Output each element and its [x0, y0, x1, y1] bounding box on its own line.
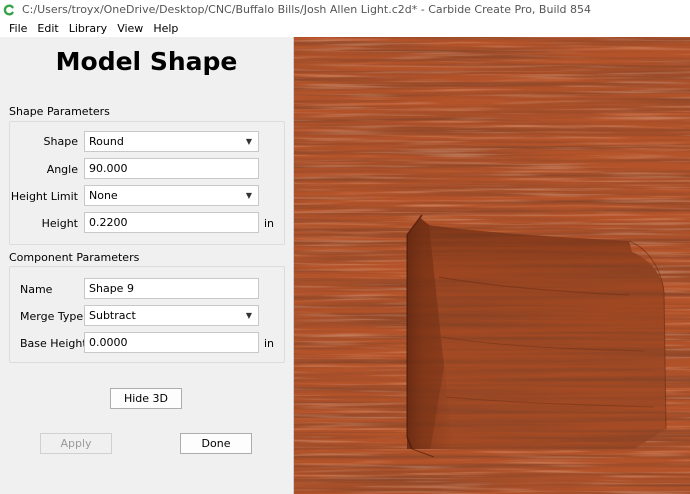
- component-parameters-heading: Component Parameters: [9, 251, 140, 264]
- 3d-preview-viewport[interactable]: [293, 37, 690, 494]
- height-label: Height: [41, 217, 78, 230]
- apply-button[interactable]: Apply: [40, 433, 112, 454]
- angle-input[interactable]: 90.000: [84, 158, 259, 179]
- carbide-create-icon: [3, 4, 15, 16]
- height-unit: in: [264, 217, 275, 230]
- menu-view[interactable]: View: [117, 22, 143, 35]
- chevron-down-icon: ▼: [245, 137, 252, 146]
- menu-library[interactable]: Library: [69, 22, 107, 35]
- merge-type-select[interactable]: Subtract ▼: [84, 305, 259, 326]
- panel-title: Model Shape: [55, 47, 238, 76]
- base-height-label: Base Height: [20, 337, 87, 350]
- done-button[interactable]: Done: [180, 433, 252, 454]
- height-input[interactable]: 0.2200: [84, 212, 259, 233]
- menu-file[interactable]: File: [9, 22, 27, 35]
- merge-type-label: Merge Type: [20, 310, 84, 323]
- chevron-down-icon: ▼: [245, 191, 252, 200]
- shape-select[interactable]: Round ▼: [84, 131, 259, 152]
- window-title: C:/Users/troyx/OneDrive/Desktop/CNC/Buff…: [22, 3, 592, 16]
- hide-3d-button[interactable]: Hide 3D: [110, 388, 182, 409]
- wood-render: [294, 37, 690, 494]
- merge-type-select-value: Subtract: [89, 309, 136, 322]
- chevron-down-icon: ▼: [245, 311, 252, 320]
- base-height-input[interactable]: 0.0000: [84, 332, 259, 353]
- height-limit-select-value: None: [89, 189, 118, 202]
- shape-label: Shape: [43, 135, 78, 148]
- name-input[interactable]: Shape 9: [84, 278, 259, 299]
- menu-bar: File Edit Library View Help: [0, 19, 690, 37]
- height-limit-select[interactable]: None ▼: [84, 185, 259, 206]
- title-bar: C:/Users/troyx/OneDrive/Desktop/CNC/Buff…: [0, 0, 690, 19]
- menu-help[interactable]: Help: [153, 22, 178, 35]
- shape-select-value: Round: [89, 135, 124, 148]
- menu-edit[interactable]: Edit: [37, 22, 58, 35]
- angle-label: Angle: [46, 163, 78, 176]
- model-shape-panel: Model Shape Shape Parameters Shape Round…: [0, 37, 293, 494]
- base-height-unit: in: [264, 337, 275, 350]
- height-limit-label: Height Limit: [10, 190, 78, 203]
- shape-parameters-heading: Shape Parameters: [9, 105, 110, 118]
- name-label: Name: [20, 283, 53, 296]
